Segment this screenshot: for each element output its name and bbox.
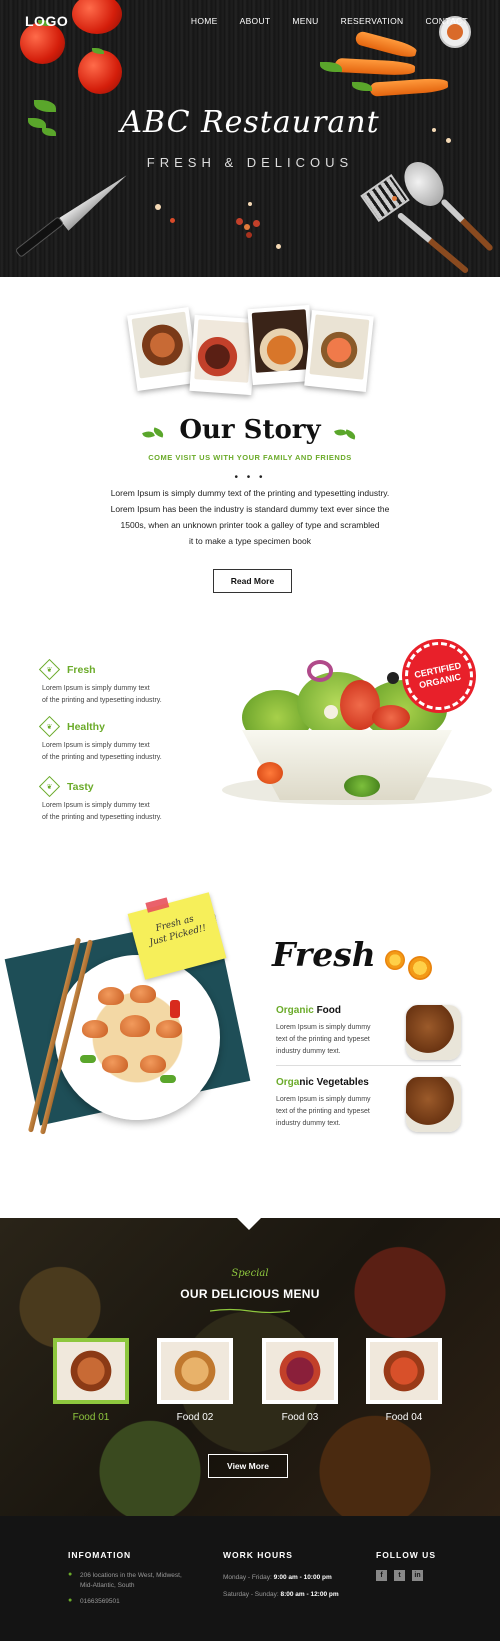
food-name[interactable]: Food 03 [262, 1412, 338, 1423]
special-label: Special [231, 1268, 269, 1279]
nav-reservation[interactable]: RESERVATION [341, 16, 404, 26]
footer-info-title: INFOMATION [68, 1550, 132, 1560]
food-card-03[interactable] [262, 1338, 338, 1404]
food-name[interactable]: Food 02 [157, 1412, 233, 1423]
menu-item-organic-food[interactable]: Organic Food Lorem Ipsum is simply dummy… [276, 1005, 461, 1060]
knife-image [59, 169, 132, 231]
leaf-icon [142, 427, 165, 441]
footer-weekday-hours: Monday - Friday: 9:00 am - 10:00 pm [223, 1574, 332, 1581]
food-card-04[interactable] [366, 1338, 442, 1404]
nav-contact[interactable]: CONTACT [425, 16, 468, 26]
story-text: Lorem Ipsum is simply dummy text of the … [110, 488, 390, 546]
hero-title: ABC Restaurant [120, 105, 380, 140]
location-pin-icon: ● [68, 1571, 73, 1578]
feature-text: Lorem Ipsum is simply dummy text of the p… [42, 742, 162, 761]
dish-photo [304, 309, 374, 393]
feature-text: Lorem Ipsum is simply dummy text of the p… [42, 802, 162, 821]
special-title: OUR DELICIOUS MENU [180, 1287, 320, 1301]
food-name[interactable]: Food 01 [53, 1412, 129, 1423]
ornament-divider-icon [210, 1308, 290, 1314]
footer-address: 206 locations in the West, Midwest, Mid-A… [80, 1572, 182, 1589]
twitter-icon[interactable]: t [394, 1570, 405, 1581]
footer-follow-title: FOLLOW US [376, 1550, 436, 1560]
section-notch [237, 1218, 261, 1230]
dots-divider-icon: • • • [234, 472, 266, 483]
food-thumbnail [406, 1077, 461, 1132]
food-name[interactable]: Food 04 [366, 1412, 442, 1423]
dish-photo [127, 307, 199, 391]
feature-healthy: ❦ Healthy Lorem Ipsum is simply dummy tex… [38, 715, 212, 764]
leaf-diamond-icon: ❦ [38, 775, 61, 798]
leaf-diamond-icon: ❦ [38, 658, 61, 681]
feature-fresh: ❦ Fresh Lorem Ipsum is simply dummy text o… [38, 658, 212, 707]
footer-hours-title: WORK HOURS [223, 1550, 293, 1560]
story-title: Our Story [179, 415, 321, 445]
footer-weekend-hours: Saturday - Sunday: 8:00 am - 12:00 pm [223, 1591, 339, 1598]
read-more-button[interactable]: Read More [213, 569, 292, 593]
hero-subtitle: FRESH & DELICOUS [146, 155, 354, 170]
carrot-image [334, 57, 416, 77]
carrot-image [369, 77, 449, 97]
food-thumbnail [406, 1005, 461, 1060]
phone-icon: ● [68, 1597, 73, 1604]
food-card-01[interactable] [53, 1338, 129, 1404]
footer-phone: 01663569501 [80, 1598, 120, 1605]
tomato-image [78, 50, 122, 94]
dish-photo [189, 314, 257, 396]
site-logo[interactable]: LOGO [25, 13, 68, 29]
orange-image [385, 950, 405, 970]
hero-banner: LOGO HOME ABOUT MENU RESERVATION CONTACT… [0, 0, 500, 277]
leaf-diamond-icon: ❦ [38, 715, 61, 738]
fresh-title: Fresh [272, 935, 376, 974]
tomato-image [72, 0, 122, 34]
main-nav: HOME ABOUT MENU RESERVATION CONTACT [169, 16, 468, 26]
feature-text: Lorem Ipsum is simply dummy text of the p… [42, 685, 162, 704]
menu-item-organic-vegetables[interactable]: Organic Vegetables Lorem Ipsum is simply… [276, 1077, 461, 1132]
view-more-button[interactable]: View More [208, 1454, 288, 1478]
carrot-image [354, 30, 418, 60]
leaf-icon [334, 427, 357, 441]
nav-menu[interactable]: MENU [292, 16, 318, 26]
linkedin-icon[interactable]: in [412, 1570, 423, 1581]
story-heading: Our Story [0, 415, 500, 445]
feature-title: Tasty [67, 780, 94, 793]
facebook-icon[interactable]: f [376, 1570, 387, 1581]
feature-title: Healthy [67, 720, 105, 733]
food-card-02[interactable] [157, 1338, 233, 1404]
story-tagline: COME VISIT US WITH YOUR FAMILY AND FRIEN… [148, 453, 352, 462]
nav-about[interactable]: ABOUT [240, 16, 271, 26]
orange-image [408, 956, 432, 980]
feature-tasty: ❦ Tasty Lorem Ipsum is simply dummy text o… [38, 775, 212, 824]
nav-home[interactable]: HOME [191, 16, 218, 26]
feature-title: Fresh [67, 663, 96, 676]
divider [276, 1065, 461, 1066]
story-photo-collage [127, 304, 374, 396]
